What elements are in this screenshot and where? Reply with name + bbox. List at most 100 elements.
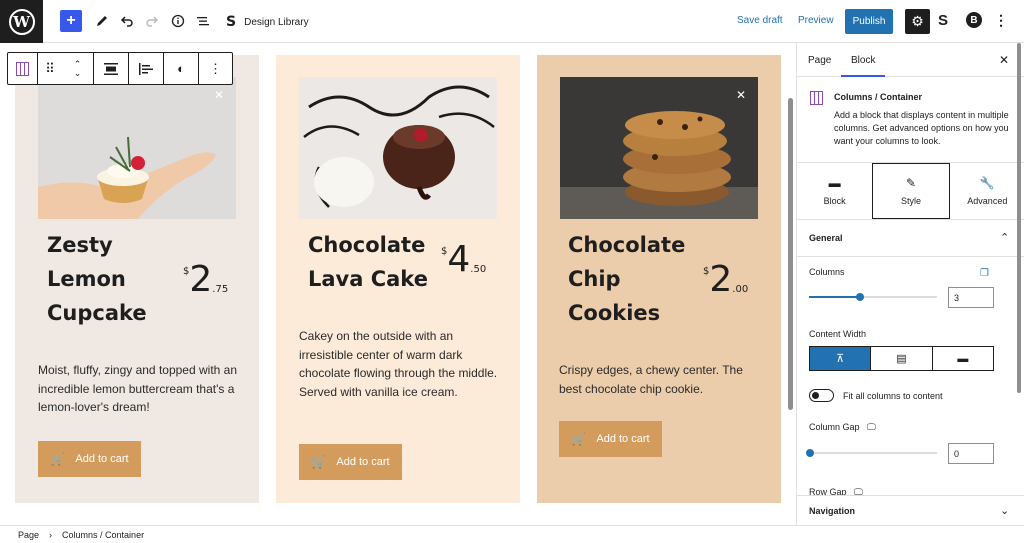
product-title-line: Zesty <box>47 233 113 257</box>
cart-icon: 🛒 <box>311 455 327 469</box>
tab-page[interactable]: Page <box>808 55 831 66</box>
add-to-cart-button[interactable]: 🛒 Add to cart <box>559 421 662 457</box>
chocolate-chip-cookies-image: ✕ <box>560 77 758 219</box>
edit-tool-button[interactable] <box>92 10 112 32</box>
lava-cake-image <box>299 77 497 219</box>
slider-thumb[interactable] <box>856 293 865 301</box>
slider-fill <box>809 296 861 298</box>
navigation-panel-header[interactable]: Navigation ⌄ <box>797 495 1024 525</box>
price-cents: .75 <box>212 284 229 295</box>
align-button[interactable] <box>94 53 129 84</box>
tab-advanced-settings[interactable]: 🔧 Advanced <box>950 163 1024 219</box>
style-button[interactable]: ◐ <box>164 53 199 84</box>
breadcrumb-columns[interactable]: Columns / Container <box>62 530 144 540</box>
design-library-icon: S <box>226 14 237 30</box>
column-gap-text: Column Gap <box>809 422 860 432</box>
content-width-option[interactable]: ▬ <box>933 347 993 370</box>
product-title-line: Chocolate <box>568 233 686 257</box>
copy-icon[interactable]: ❐ <box>980 268 989 279</box>
breadcrumb-page[interactable]: Page <box>18 530 39 540</box>
wrench-icon: 🔧 <box>979 176 995 190</box>
drag-icon: ⠿ <box>45 60 55 76</box>
tab-label: Advanced <box>967 196 1008 206</box>
tab-style-settings[interactable]: ✎ Style <box>872 163 950 219</box>
columns-input[interactable] <box>948 287 994 308</box>
sidebar-scrollbar[interactable] <box>1017 43 1021 393</box>
details-button[interactable] <box>168 10 188 32</box>
panel-title: Navigation <box>809 506 856 516</box>
price-main: 2 <box>709 259 733 300</box>
align-wide-icon <box>104 62 118 75</box>
columns-label: Columns <box>809 267 845 277</box>
columns-slider[interactable] <box>809 293 937 301</box>
add-to-cart-label: Add to cart <box>75 453 129 465</box>
paint-icon: ◐ <box>177 61 185 76</box>
block-type-button[interactable] <box>8 53 38 84</box>
price-main: 2 <box>189 259 213 300</box>
tab-block[interactable]: Block <box>840 55 887 77</box>
options-menu-button[interactable]: ⋮ <box>994 12 1008 29</box>
block-card-description: Add a block that displays content in mul… <box>834 110 1009 146</box>
justify-button[interactable] <box>129 53 164 84</box>
info-icon <box>171 14 185 28</box>
column-gap-input[interactable] <box>948 443 994 464</box>
justify-left-icon <box>139 62 153 75</box>
block-card-title: Columns / Container <box>834 92 923 102</box>
pencil-icon <box>97 16 107 26</box>
svg-text:✕: ✕ <box>214 88 224 102</box>
price-cents: .00 <box>732 284 749 295</box>
chevron-down-icon[interactable]: ⌄ <box>74 68 82 78</box>
save-draft-button[interactable]: Save draft <box>737 15 783 26</box>
product-title-line: Lava Cake <box>308 267 428 291</box>
drag-handle[interactable]: ⠿ <box>38 53 62 84</box>
product-card-lemon[interactable]: ✕ Zesty Lemon Cupcake $ 2 .75 Moist, flu… <box>15 55 259 503</box>
preview-button[interactable]: Preview <box>798 15 834 26</box>
redo-button[interactable] <box>142 10 162 32</box>
settings-button[interactable]: ⚙ <box>905 9 930 34</box>
block-options-button[interactable]: ⋮ <box>199 53 232 84</box>
cart-icon: 🛒 <box>50 452 66 466</box>
align-wide-icon: ▤ <box>896 353 907 365</box>
general-panel-header[interactable]: General ⌃ <box>797 220 1024 257</box>
fit-columns-toggle[interactable] <box>809 389 834 402</box>
svg-text:✕: ✕ <box>736 88 746 102</box>
product-title-line: Lemon <box>47 267 126 291</box>
fit-columns-label: Fit all columns to content <box>843 391 943 401</box>
add-to-cart-button[interactable]: 🛒 Add to cart <box>299 444 402 480</box>
blocks-plugin-button[interactable]: B <box>966 12 982 28</box>
content-width-option[interactable]: ⊼ <box>810 347 872 370</box>
content-width-label: Content Width <box>809 329 867 339</box>
close-sidebar-button[interactable]: ✕ <box>999 53 1009 67</box>
product-title: Chocolate Lava Cake <box>308 228 428 296</box>
document-title-text: Design Library <box>244 16 309 28</box>
redo-icon <box>146 16 159 27</box>
content-width-option[interactable]: ▤ <box>871 347 933 370</box>
add-block-button[interactable]: + <box>60 10 82 32</box>
breadcrumb-separator: › <box>49 529 53 540</box>
column-gap-slider[interactable] <box>806 449 937 457</box>
publish-button[interactable]: Publish <box>845 9 893 34</box>
add-to-cart-label: Add to cart <box>336 456 390 468</box>
product-card-cookies[interactable]: ✕ Chocolate Chip Cookies $ 2 .00 Crispy … <box>537 55 781 503</box>
desktop-icon[interactable]: 🖵 <box>867 422 876 432</box>
document-title[interactable]: S Design Library <box>226 14 309 30</box>
breadcrumb: Page › Columns / Container <box>0 525 1024 543</box>
product-title: Chocolate Chip Cookies <box>568 228 685 330</box>
chevron-down-icon: ⌄ <box>1000 505 1010 517</box>
product-title-line: Chip <box>568 267 621 291</box>
product-card-lava-cake[interactable]: Chocolate Lava Cake $ 4 .50 Cakey on the… <box>276 55 520 503</box>
list-view-icon <box>197 17 209 26</box>
settings-sidebar: Page Block ✕ Columns / Container Add a b… <box>796 43 1024 525</box>
block-card: Columns / Container Add a block that dis… <box>797 77 1024 163</box>
list-view-button[interactable] <box>193 10 213 32</box>
tab-block-settings[interactable]: ▬ Block <box>797 163 872 219</box>
more-vertical-icon: ⋮ <box>209 60 222 76</box>
block-toolbar: ⠿ ⌃ ⌄ ◐ ⋮ <box>7 52 233 85</box>
canvas-scrollbar[interactable] <box>788 98 793 410</box>
undo-button[interactable] <box>117 10 137 32</box>
slider-thumb[interactable] <box>806 449 814 457</box>
move-up-down-buttons[interactable]: ⌃ ⌄ <box>62 53 94 84</box>
stackable-plugin-button[interactable]: S <box>938 12 948 29</box>
add-to-cart-button[interactable]: 🛒 Add to cart <box>38 441 141 477</box>
wordpress-logo-button[interactable]: W <box>0 0 43 43</box>
